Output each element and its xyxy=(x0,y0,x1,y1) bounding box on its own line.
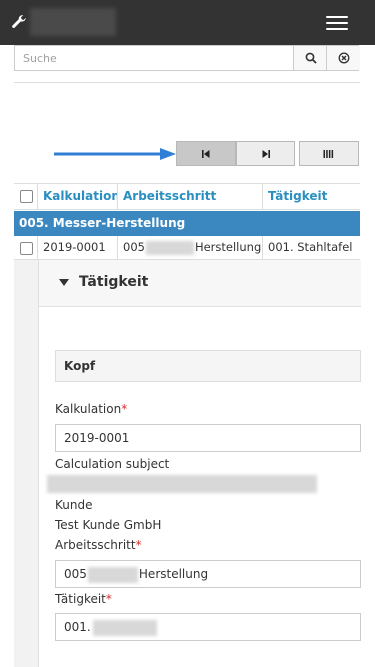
search-box xyxy=(14,45,360,71)
required-mark: * xyxy=(105,592,112,606)
kalkulation-field[interactable]: 2019-0001 xyxy=(55,424,361,452)
redacted-text xyxy=(92,619,157,636)
select-all-checkbox[interactable] xyxy=(20,190,33,203)
kunde-label: Kunde xyxy=(55,498,93,512)
clear-search-button[interactable] xyxy=(326,46,360,70)
table-row[interactable]: 2019-0001 005 Herstellung 001. Stahltafel xyxy=(14,236,360,260)
last-page-icon xyxy=(262,149,270,158)
hamburger-icon-bar xyxy=(326,27,348,30)
kalkulation-label: Kalkulation* xyxy=(55,402,128,416)
cell-taetigkeit: 001. Stahltafel xyxy=(262,236,360,259)
taetigkeit-prefix: 001. xyxy=(64,620,91,634)
taetigkeit-label: Tätigkeit* xyxy=(55,592,112,606)
redacted-text xyxy=(87,566,138,583)
panel-title: Kopf xyxy=(64,359,96,373)
search-button[interactable] xyxy=(293,46,327,70)
column-header-kalkulation[interactable]: Kalkulation xyxy=(37,184,117,209)
cell-arbeitsschritt-prefix: 005 xyxy=(123,240,145,254)
cell-kalkulation: 2019-0001 xyxy=(37,236,117,259)
detail-content: Tätigkeit Kopf Kalkulation* 2019-0001 Ca… xyxy=(38,260,361,667)
section-header-taetigkeit[interactable]: Tätigkeit xyxy=(39,260,361,307)
first-page-button[interactable] xyxy=(176,141,236,166)
row-detail-panel: Tätigkeit Kopf Kalkulation* 2019-0001 Ca… xyxy=(14,260,361,667)
caret-down-icon xyxy=(59,279,69,286)
columns-button[interactable] xyxy=(299,141,359,166)
required-mark: * xyxy=(121,402,128,416)
arbeitsschritt-label: Arbeitsschritt* xyxy=(55,538,142,552)
last-page-button[interactable] xyxy=(236,141,295,166)
clear-circle-icon xyxy=(338,52,349,64)
columns-icon xyxy=(323,149,334,158)
cell-arbeitsschritt-suffix: Herstellung xyxy=(194,240,262,254)
taetigkeit-field[interactable]: 001. xyxy=(55,613,361,641)
redacted-text xyxy=(145,240,194,255)
column-header-arbeitsschritt[interactable]: Arbeitsschritt xyxy=(117,184,262,209)
section-title: Tätigkeit xyxy=(79,274,149,290)
hamburger-icon-bar xyxy=(326,15,348,18)
arbeitsschritt-suffix: Herstellung xyxy=(138,567,209,581)
wrench-icon[interactable] xyxy=(10,13,28,31)
group-row[interactable]: 005. Messer-Herstellung xyxy=(14,211,360,236)
calculation-subject-label: Calculation subject xyxy=(55,457,170,471)
hamburger-menu-button[interactable] xyxy=(324,12,350,34)
first-page-icon xyxy=(202,149,210,158)
column-header-taetigkeit[interactable]: Tätigkeit xyxy=(262,184,360,209)
calculation-subject-redacted xyxy=(47,475,317,493)
app-title-redacted xyxy=(30,8,116,36)
hamburger-icon-bar xyxy=(326,21,348,24)
required-mark: * xyxy=(135,538,142,552)
arbeitsschritt-field[interactable]: 005 Herstellung xyxy=(55,560,361,588)
cell-arbeitsschritt: 005 Herstellung xyxy=(117,236,262,259)
panel-header-kopf: Kopf xyxy=(55,350,361,382)
arbeitsschritt-prefix: 005 xyxy=(64,567,87,581)
kunde-value: Test Kunde GmbH xyxy=(55,518,162,532)
search-input[interactable] xyxy=(15,46,309,70)
top-bar xyxy=(0,0,375,45)
search-icon xyxy=(305,52,317,64)
table-header: Kalkulation Arbeitsschritt Tätigkeit xyxy=(14,183,360,210)
divider xyxy=(14,82,360,83)
pointer-arrow xyxy=(54,148,176,160)
row-checkbox[interactable] xyxy=(20,242,33,255)
